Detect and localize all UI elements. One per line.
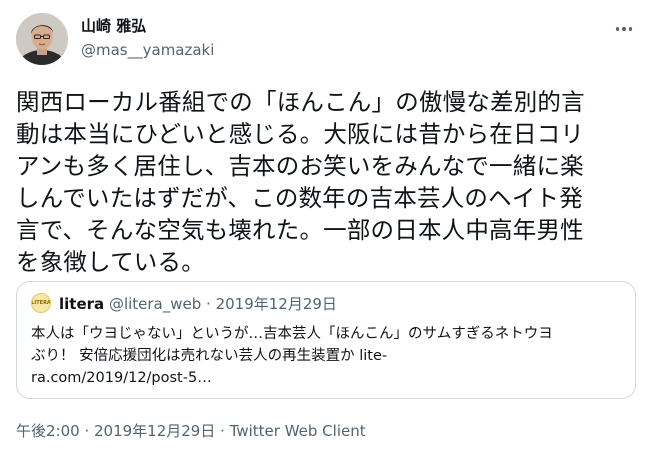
author-handle[interactable]: @mas__yamazaki (81, 40, 214, 60)
timestamp-separator: · (79, 422, 94, 440)
quote-date: 2019年12月29日 (215, 295, 337, 313)
quote-separator: · (201, 295, 216, 313)
quote-author-handle: @litera_web (108, 295, 202, 313)
author-name[interactable]: 山崎 雅弘 (81, 16, 146, 36)
more-horizontal-icon (615, 27, 620, 31)
quote-header: litera @litera_web · 2019年12月29日 (59, 294, 337, 314)
more-horizontal-icon-dot (628, 27, 633, 31)
quote-text: 本人は「ウヨじゃない」というが…吉本芸人「ほんこん」のサムすぎるネトウヨ ぶり！… (31, 326, 553, 386)
tweet: 山崎 雅弘 @mas__yamazaki 関西ローカル番組での「ほんこん」の傲慢… (0, 0, 651, 456)
more-horizontal-icon-dot (622, 27, 626, 31)
tweet-text: 関西ローカル番組での「ほんこん」の傲慢な差別的言 動は本当にひどいと感じる。大阪… (16, 88, 585, 276)
tweet-time-link[interactable]: 午後2:00 (16, 422, 80, 440)
tweet-timestamp: 午後2:00 · 2019年12月29日 · Twitter Web Clien… (16, 421, 366, 441)
more-options-button[interactable] (610, 18, 638, 40)
tweet-client-link[interactable]: Twitter Web Client (230, 422, 366, 440)
quote-author-name: litera (59, 295, 105, 313)
avatar[interactable] (16, 13, 68, 65)
quote-avatar: LITERA (31, 293, 51, 313)
timestamp-separator: · (215, 422, 230, 440)
tweet-date-link[interactable]: 2019年12月29日 (94, 422, 215, 440)
quoted-tweet[interactable]: LITERA litera @litera_web · 2019年12月29日 … (16, 281, 636, 399)
quote-avatar-label: LITERA (31, 300, 51, 306)
author-portrait-icon (16, 13, 68, 65)
